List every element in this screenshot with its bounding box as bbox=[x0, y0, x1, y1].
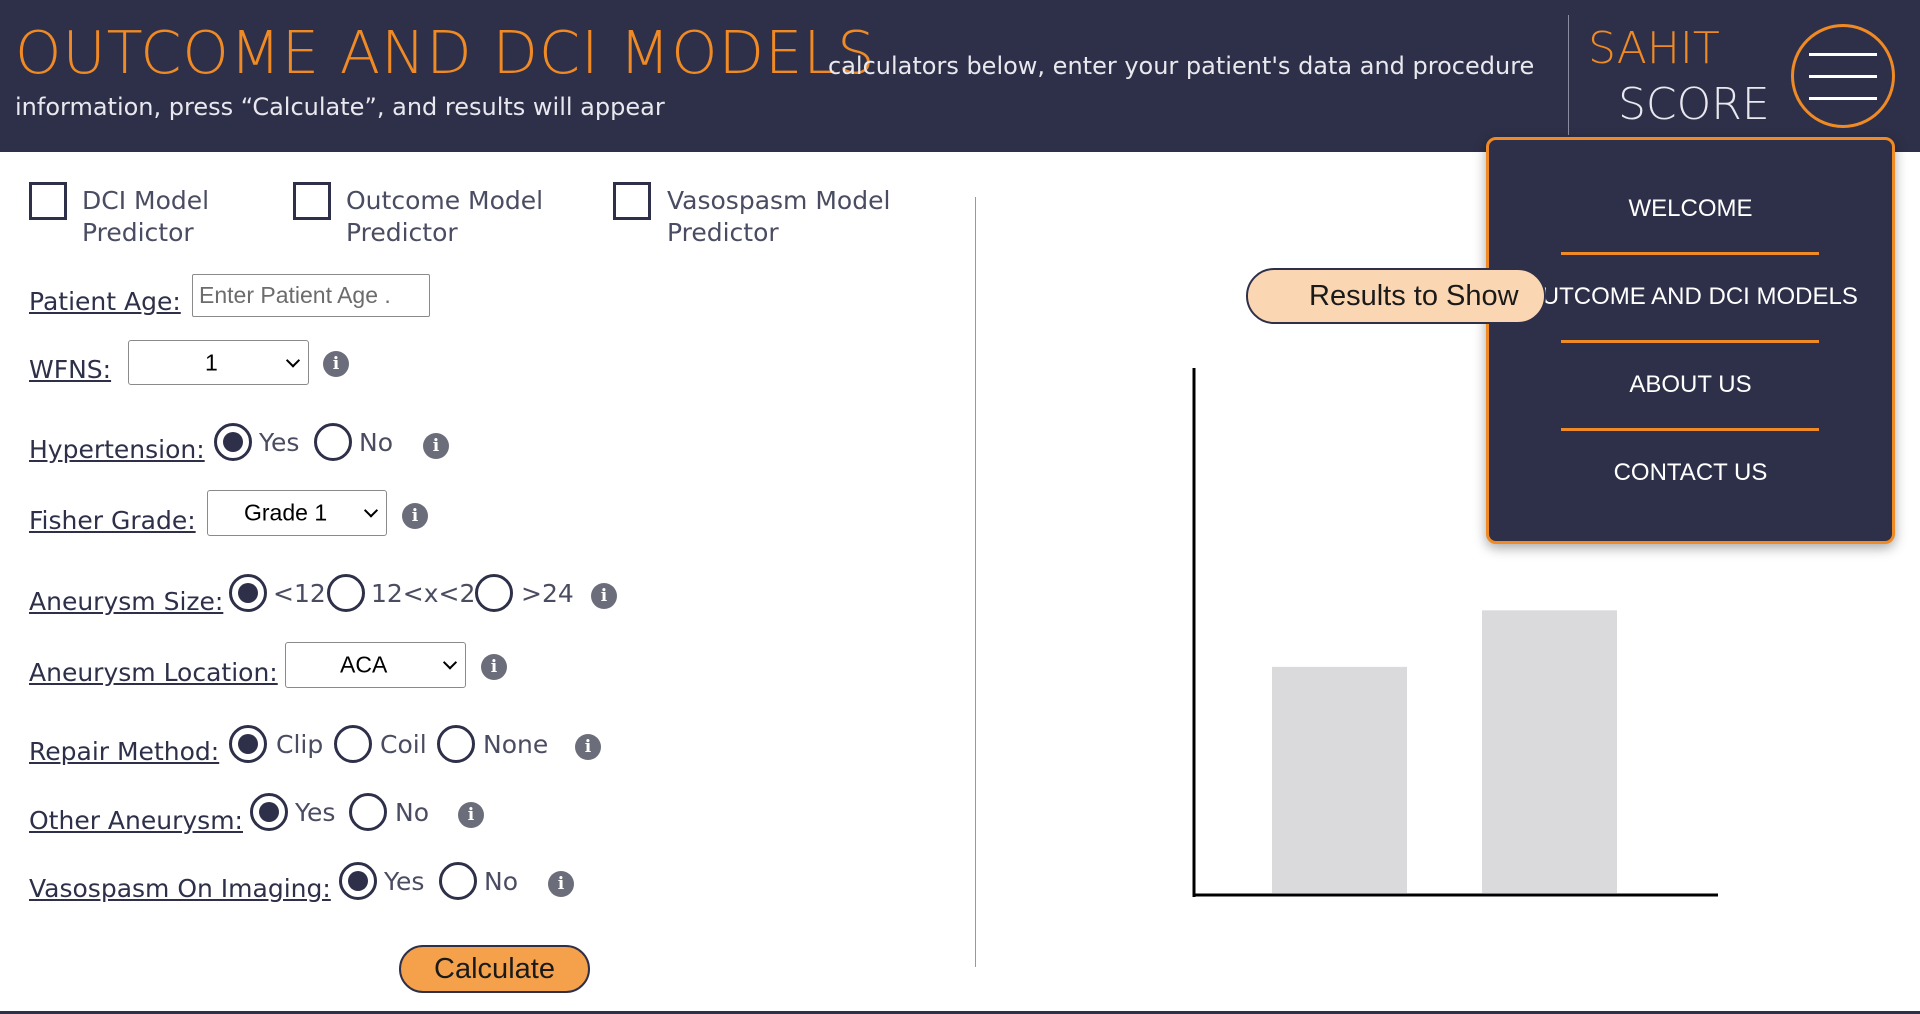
patient-age-label: Patient Age: bbox=[29, 287, 181, 316]
chart-bars bbox=[1272, 610, 1617, 893]
outcome-model-checkbox[interactable] bbox=[293, 182, 331, 220]
page-subtitle-line-2: information, press “Calculate”, and resu… bbox=[15, 93, 665, 121]
info-icon[interactable]: i bbox=[591, 583, 617, 609]
vasospasm-on-imaging-label: Vasospasm On Imaging: bbox=[29, 874, 331, 903]
other-aneurysm-no-radio[interactable] bbox=[349, 793, 387, 831]
chevron-down-icon bbox=[285, 352, 301, 368]
calculate-button[interactable]: Calculate bbox=[399, 945, 590, 993]
hypertension-no-radio[interactable] bbox=[314, 423, 352, 461]
vasospasm-on-imaging-no-radio[interactable] bbox=[439, 862, 477, 900]
page-title: OUTCOME AND DCI MODELS bbox=[15, 18, 876, 87]
aneurysm-size-gt24-label: >24 bbox=[521, 579, 574, 608]
header: OUTCOME AND DCI MODELS calculators below… bbox=[0, 0, 1920, 152]
wfns-select[interactable]: 1 bbox=[128, 340, 309, 385]
outcome-model-label: Outcome Model Predictor bbox=[346, 186, 544, 247]
info-icon[interactable]: i bbox=[458, 802, 484, 828]
menu-separator bbox=[1561, 340, 1819, 343]
chart-bar-2 bbox=[1482, 610, 1617, 893]
aneurysm-size-12-24-radio[interactable] bbox=[327, 574, 365, 612]
aneurysm-location-select[interactable]: ACA bbox=[285, 642, 466, 688]
vasospasm-on-imaging-yes-label: Yes bbox=[384, 867, 425, 896]
info-icon[interactable]: i bbox=[423, 433, 449, 459]
other-aneurysm-yes-label: Yes bbox=[295, 798, 336, 827]
vasospasm-model-checkbox[interactable] bbox=[613, 182, 651, 220]
repair-method-coil-label: Coil bbox=[380, 730, 427, 759]
menu-button[interactable] bbox=[1791, 24, 1895, 128]
dci-model-label: DCI Model Predictor bbox=[82, 186, 210, 247]
aneurysm-size-gt24-radio[interactable] bbox=[475, 574, 513, 612]
fisher-grade-selected-value: Grade 1 bbox=[244, 499, 328, 526]
repair-method-none-radio[interactable] bbox=[437, 725, 475, 763]
chart-bar-1 bbox=[1272, 666, 1407, 893]
dci-model-checkbox[interactable] bbox=[29, 182, 67, 220]
other-aneurysm-no-label: No bbox=[395, 798, 429, 827]
vasospasm-on-imaging-no-label: No bbox=[484, 867, 518, 896]
info-icon[interactable]: i bbox=[481, 654, 507, 680]
chevron-down-icon bbox=[363, 503, 379, 518]
info-icon[interactable]: i bbox=[402, 503, 428, 529]
vasospasm-model-label: Vasospasm Model Predictor bbox=[667, 186, 891, 247]
info-icon[interactable]: i bbox=[323, 351, 349, 377]
panel-divider bbox=[975, 197, 976, 967]
other-aneurysm-yes-radio[interactable] bbox=[250, 793, 288, 831]
repair-method-label: Repair Method: bbox=[29, 737, 220, 766]
results-chart bbox=[1192, 368, 1718, 897]
wfns-selected-value: 1 bbox=[205, 349, 218, 375]
repair-method-clip-label: Clip bbox=[276, 730, 324, 759]
repair-method-none-label: None bbox=[483, 730, 549, 759]
repair-method-clip-radio[interactable] bbox=[229, 725, 267, 763]
patient-age-input[interactable] bbox=[192, 274, 430, 317]
hypertension-label: Hypertension: bbox=[29, 435, 205, 464]
aneurysm-location-selected-value: ACA bbox=[340, 651, 388, 678]
hypertension-no-label: No bbox=[359, 428, 393, 457]
aneurysm-size-label: Aneurysm Size: bbox=[29, 587, 224, 616]
hypertension-yes-label: Yes bbox=[259, 428, 300, 457]
logo-text-sahit: SAHIT bbox=[1588, 23, 1720, 74]
hypertension-yes-radio[interactable] bbox=[214, 423, 252, 461]
other-aneurysm-label: Other Aneurysm: bbox=[29, 806, 243, 835]
header-divider bbox=[1568, 15, 1569, 135]
wfns-label: WFNS: bbox=[29, 355, 112, 384]
aneurysm-size-lt12-label: <12 bbox=[273, 579, 326, 608]
repair-method-coil-radio[interactable] bbox=[334, 725, 372, 763]
menu-item-welcome[interactable]: WELCOME bbox=[1489, 194, 1892, 224]
aneurysm-location-label: Aneurysm Location: bbox=[29, 658, 278, 687]
results-button[interactable]: Results to Show bbox=[1246, 268, 1546, 324]
page-subtitle-line-1: calculators below, enter your patient's … bbox=[828, 52, 1535, 80]
fisher-grade-label: Fisher Grade: bbox=[29, 506, 196, 535]
info-icon[interactable]: i bbox=[575, 734, 601, 760]
info-icon[interactable]: i bbox=[548, 871, 574, 897]
chevron-down-icon bbox=[442, 655, 458, 670]
menu-item-outcome-and-dci-models[interactable]: OUTCOME AND DCI MODELS bbox=[1489, 282, 1892, 312]
logo-text-score: SCORE bbox=[1618, 79, 1770, 130]
menu-separator bbox=[1561, 252, 1819, 255]
aneurysm-size-lt12-radio[interactable] bbox=[229, 574, 267, 612]
aneurysm-size-12-24-label: 12<x<24 bbox=[371, 579, 492, 608]
vasospasm-on-imaging-yes-radio[interactable] bbox=[339, 862, 377, 900]
fisher-grade-select[interactable]: Grade 1 bbox=[207, 490, 387, 536]
